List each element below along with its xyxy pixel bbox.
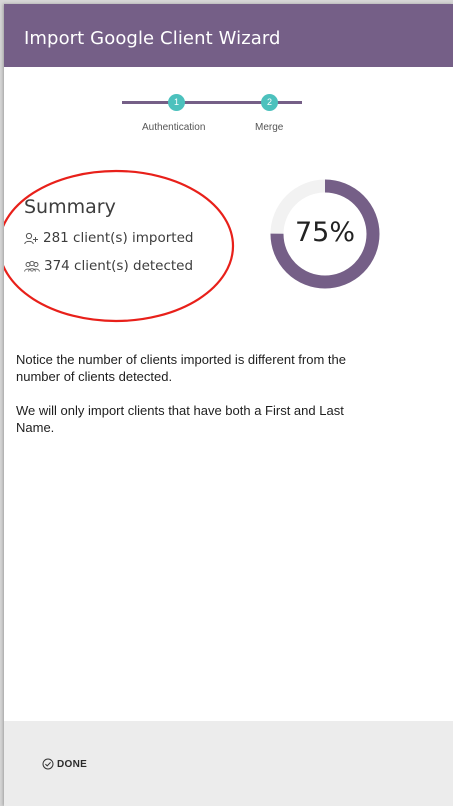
annotation-ellipse (4, 169, 235, 323)
notice-line-1: Notice the number of clients imported is… (16, 352, 346, 384)
summary-title: Summary (24, 196, 116, 218)
user-plus-icon (24, 232, 38, 244)
step-1-indicator[interactable]: 1 (168, 94, 185, 111)
detected-stat: 374 client(s) detected (24, 258, 193, 274)
notice-text: Notice the number of clients imported is… (16, 351, 376, 453)
imported-stat: 281 client(s) imported (24, 230, 193, 246)
wizard-stepper: 1 2 Authentication Merge (122, 94, 302, 134)
wizard-dialog: Import Google Client Wizard 1 2 Authenti… (4, 4, 453, 806)
done-label: DONE (57, 758, 88, 770)
step-2-label: Merge (255, 122, 284, 133)
dialog-title: Import Google Client Wizard (24, 28, 281, 49)
dialog-header: Import Google Client Wizard (4, 4, 453, 67)
users-group-icon (24, 260, 40, 272)
imported-count: 281 client(s) imported (43, 230, 194, 246)
step-2-indicator[interactable]: 2 (261, 94, 278, 111)
progress-percent: 75% (294, 217, 355, 248)
done-button[interactable]: DONE (42, 758, 87, 770)
check-circle-icon (42, 758, 54, 770)
step-1-label: Authentication (142, 122, 206, 133)
app-frame: Import Google Client Wizard 1 2 Authenti… (0, 0, 453, 806)
notice-line-2: We will only import clients that have bo… (16, 403, 344, 435)
dialog-footer: DONE (4, 721, 453, 806)
detected-count: 374 client(s) detected (44, 258, 194, 274)
